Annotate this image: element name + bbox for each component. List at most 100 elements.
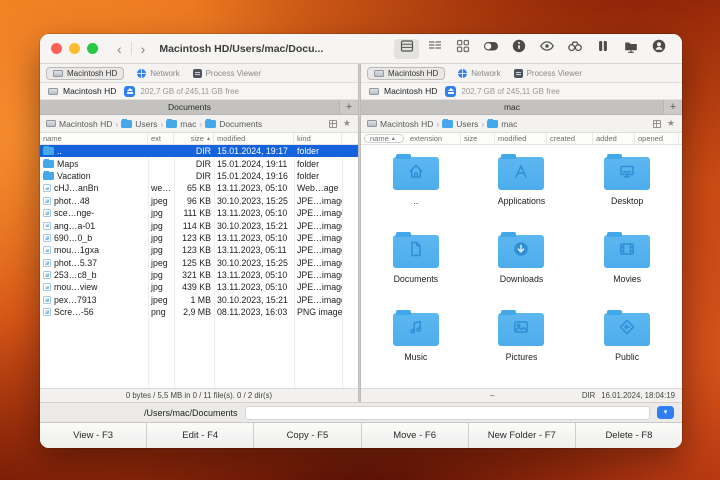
view-thumbs-button[interactable] [450,39,475,59]
column-header-size[interactable]: size ▴ [174,133,214,144]
grid-item-pictures[interactable]: Pictures [469,306,575,384]
breadcrumb-item-users[interactable]: Users [442,118,479,129]
minimize-button[interactable] [69,43,80,54]
device-tab-process-viewer[interactable]: Process Viewer [192,68,261,78]
home-glyph-icon [406,161,426,186]
column-headers: name ext size ▴ modified kind [40,133,358,145]
cell-mod: 15.01.2024, 19:11 [217,158,288,169]
breadcrumb-item-users[interactable]: Users [121,118,157,129]
table-row[interactable]: Maps DIR 15.01.2024, 19:11 folder [40,157,358,169]
toggle-panes-button[interactable] [478,39,503,59]
table-row[interactable]: Vacation DIR 15.01.2024, 19:16 folder [40,170,358,182]
column-header-added[interactable]: added [593,133,635,144]
breadcrumb-left: Macintosh HD › Users › mac › Documents [46,118,262,129]
column-header-opened[interactable]: opened [635,133,679,144]
back-button[interactable]: ‹ [117,42,122,56]
breadcrumb-item-mac[interactable]: mac [487,118,517,129]
file-icon [43,258,51,267]
grid-item-music[interactable]: Music [363,306,469,384]
cell-ext: jpeg [151,257,168,268]
column-header-modified[interactable]: modified [495,133,547,144]
view-brief-button[interactable] [422,39,447,59]
cell-kind: JPE…image [297,257,342,268]
grid-icon[interactable] [652,119,661,128]
device-tab-network[interactable]: Network [458,68,501,78]
column-header-kind[interactable]: kind [294,133,342,144]
breadcrumb-item-macintosh-hd[interactable]: Macintosh HD [46,119,112,129]
folder-tab-bar: Documents + [40,100,358,115]
table-row[interactable]: sce…nge-jpg 111 KB 13.11.2023, 05:10 JPE…im… [40,207,358,219]
table-row[interactable]: 253…c8_b jpg 321 KB 13.11.2023, 05:10 JPE…im… [40,269,358,281]
forward-button[interactable]: › [141,42,146,56]
table-row[interactable]: phot…48 jpeg 96 KB 30.10.2023, 15:25 JPE…ima… [40,195,358,207]
column-header-ext[interactable]: ext [148,133,174,144]
device-tab-process-viewer[interactable]: Process Viewer [513,68,582,78]
drive-info-bar[interactable]: Macintosh HD 202,7 GB of 245,11 GB free [361,83,682,100]
preview-eye-button[interactable] [534,39,559,59]
column-header-extension[interactable]: extension [407,133,461,144]
column-header-name[interactable]: name ▴ [364,134,404,143]
delete-button[interactable]: Delete - F8 [575,423,682,448]
table-row[interactable]: 690…0_b jpg 123 KB 13.11.2023, 05:10 JPE…ima… [40,232,358,244]
view-thumbs-icon [455,38,471,59]
dual-pane-button[interactable] [590,39,615,59]
grid-item-documents[interactable]: Documents [363,228,469,306]
breadcrumb-item-documents[interactable]: Documents [205,118,262,129]
device-tab-macintosh-hd[interactable]: Macintosh HD [46,66,125,80]
grid-item-item[interactable]: .. [363,150,469,228]
table-row[interactable]: pex…7913 jpeg 1 MB 30.10.2023, 15:21 JPE…ima… [40,294,358,306]
command-input[interactable] [244,405,650,420]
star-icon[interactable]: ★ [667,119,675,128]
breadcrumb: Macintosh HD › Users › mac › Documents ★ [40,115,358,133]
search-binoculars-button[interactable] [562,39,587,59]
tab-documents[interactable]: Documents [40,100,340,114]
info-button[interactable] [506,39,531,59]
device-tab-macintosh-hd[interactable]: Macintosh HD [367,66,446,80]
device-tab-label: Network [471,68,501,78]
network-folder-button[interactable] [618,39,643,59]
grid-item-applications[interactable]: Applications [469,150,575,228]
star-icon[interactable]: ★ [343,119,351,128]
right-status-selected: – [490,391,495,400]
table-row[interactable]: phot…5.37 jpeg 125 KB 30.10.2023, 15:25 JPE…… [40,257,358,269]
table-row[interactable]: mou…1gxa jpg 123 KB 13.11.2023, 05:11 JPE…im… [40,244,358,256]
cell-name: Vacation [57,170,91,181]
column-header-name[interactable]: name [40,133,148,144]
cell-size: 96 KB [187,195,211,206]
grid-icon[interactable] [328,119,337,128]
grid-item-movies[interactable]: Movies [574,228,680,306]
add-tab-button[interactable]: + [340,100,358,114]
view-full-button[interactable] [394,38,419,59]
tab-mac[interactable]: mac [361,100,664,114]
breadcrumb-item-mac[interactable]: mac [166,118,196,129]
copy-button[interactable]: Copy - F5 [254,423,362,448]
column-header-created[interactable]: created [547,133,593,144]
breadcrumb-item-macintosh-hd[interactable]: Macintosh HD [367,119,433,129]
add-tab-button[interactable]: + [664,100,682,114]
table-row[interactable]: Scre…-56 png 2,9 MB 08.11.2023, 16:03 PNG im… [40,306,358,318]
column-header-kind[interactable]: kind [679,133,682,144]
cell-mod: 15.01.2024, 19:17 [217,146,288,157]
table-row[interactable]: ang…a-01 jpg 114 KB 30.10.2023, 15:21 JPE…im… [40,219,358,231]
path-dropdown-button[interactable]: ▾ [657,406,674,419]
close-button[interactable] [51,43,62,54]
grid-item-desktop[interactable]: Desktop [574,150,680,228]
column-header-modified[interactable]: modified [214,133,294,144]
table-row[interactable]: cHJ…anBn we… 65 KB 13.11.2023, 05:10 Web…age [40,182,358,194]
device-tab-network[interactable]: Network [137,68,180,78]
grid-item-public[interactable]: Public [574,306,680,384]
eject-icon[interactable] [445,85,457,97]
new-folder-button[interactable]: New Folder - F7 [468,423,576,448]
eject-icon[interactable] [124,85,136,97]
move-button[interactable]: Move - F6 [361,423,469,448]
table-row[interactable]: .. DIR 15.01.2024, 19:17 folder [40,145,358,158]
edit-button[interactable]: Edit - F4 [147,423,255,448]
breadcrumb-label: Users [456,118,479,129]
zoom-button[interactable] [87,43,98,54]
table-row[interactable]: mou…view jpg 439 KB 13.11.2023, 05:10 JPE…im… [40,281,358,293]
column-header-size[interactable]: size [461,133,495,144]
drive-info-bar[interactable]: Macintosh HD 202,7 GB of 245,11 GB free [40,83,358,100]
account-button[interactable] [646,39,671,59]
view-button[interactable]: View - F3 [40,423,148,448]
grid-item-downloads[interactable]: Downloads [469,228,575,306]
